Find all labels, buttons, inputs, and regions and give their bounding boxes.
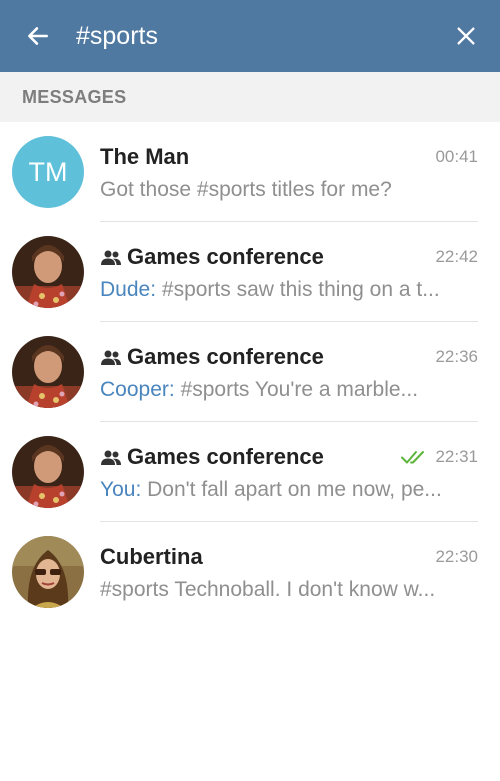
message-text: Don't fall apart on me now, pe... bbox=[147, 478, 442, 501]
double-check-icon bbox=[401, 451, 425, 464]
arrow-left-icon bbox=[28, 27, 48, 45]
avatar: TM bbox=[12, 136, 84, 208]
avatar-initials: TM bbox=[28, 156, 68, 187]
chat-name: Games conference bbox=[127, 344, 324, 369]
app-bar: #sports bbox=[0, 0, 500, 72]
group-photo-avatar bbox=[12, 336, 84, 408]
message-sender: You: bbox=[100, 478, 142, 501]
message-result-content: Games conference 22:42 Dude: #sports saw… bbox=[100, 222, 478, 322]
message-result-row[interactable]: Games conference 22:36 Cooper: #sports Y… bbox=[0, 322, 500, 422]
chat-name: Games conference bbox=[127, 444, 324, 469]
message-time: 22:36 bbox=[435, 347, 478, 366]
message-time: 22:30 bbox=[435, 547, 478, 566]
chat-name: The Man bbox=[100, 144, 190, 169]
avatar bbox=[12, 336, 84, 408]
message-text: #sports You're a marble... bbox=[180, 378, 419, 401]
message-result-content: Games conference 22:31 You: Don't fall a… bbox=[100, 422, 478, 522]
search-query[interactable]: #sports bbox=[76, 22, 432, 51]
message-sender: Dude: bbox=[100, 278, 157, 301]
user-photo-avatar bbox=[12, 536, 84, 608]
message-time: 22:31 bbox=[435, 447, 478, 466]
group-chat-icon bbox=[101, 250, 121, 266]
message-result-row[interactable]: Cubertina 22:30 #sports Technoball. I do… bbox=[0, 522, 500, 622]
chat-name: Games conference bbox=[127, 244, 324, 269]
message-preview: Cooper: #sports You're a marble... bbox=[100, 378, 478, 408]
clear-search-button[interactable] bbox=[432, 0, 500, 72]
message-text: #sports saw this thing on a t... bbox=[161, 278, 440, 301]
group-chat-icon bbox=[101, 450, 121, 466]
avatar bbox=[12, 536, 84, 608]
message-time: 22:42 bbox=[435, 247, 478, 266]
group-photo-avatar bbox=[12, 436, 84, 508]
message-result-content: Games conference 22:36 Cooper: #sports Y… bbox=[100, 322, 478, 422]
section-header-messages: MESSAGES bbox=[0, 72, 500, 122]
message-result-content: The Man 00:41 Got those #sports titles f… bbox=[100, 122, 478, 222]
message-preview: You: Don't fall apart on me now, pe... bbox=[100, 478, 478, 508]
message-text: Got those #sports titles for me? bbox=[100, 178, 392, 201]
group-photo-avatar bbox=[12, 236, 84, 308]
message-time: 00:41 bbox=[435, 147, 478, 166]
avatar bbox=[12, 436, 84, 508]
group-chat-icon bbox=[101, 350, 121, 366]
back-button[interactable] bbox=[0, 0, 76, 72]
message-result-row[interactable]: TM The Man 00:41 Got those #sports title… bbox=[0, 122, 500, 222]
chat-name: Cubertina bbox=[100, 544, 203, 569]
avatar bbox=[12, 236, 84, 308]
message-preview: Got those #sports titles for me? bbox=[100, 178, 478, 208]
message-text: #sports Technoball. I don't know w... bbox=[100, 578, 436, 601]
message-sender: Cooper: bbox=[100, 378, 175, 401]
message-result-row[interactable]: Games conference 22:42 Dude: #sports saw… bbox=[0, 222, 500, 322]
message-preview: #sports Technoball. I don't know w... bbox=[100, 578, 478, 608]
message-result-content: Cubertina 22:30 #sports Technoball. I do… bbox=[100, 522, 478, 622]
message-results-list: TM The Man 00:41 Got those #sports title… bbox=[0, 122, 500, 622]
message-preview: Dude: #sports saw this thing on a t... bbox=[100, 278, 478, 308]
close-icon bbox=[457, 27, 475, 45]
message-result-row[interactable]: Games conference 22:31 You: Don't fall a… bbox=[0, 422, 500, 522]
